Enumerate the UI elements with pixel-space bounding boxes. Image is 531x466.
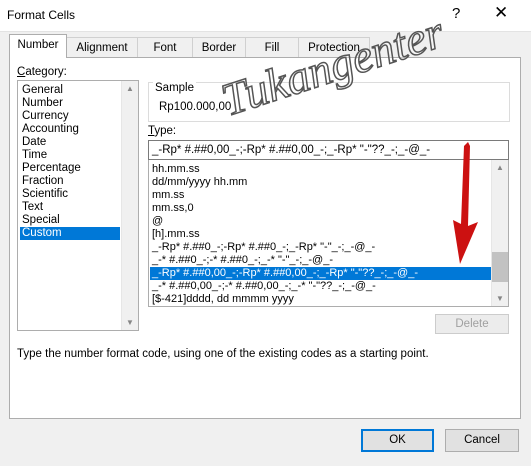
category-item-accounting[interactable]: Accounting (20, 123, 79, 136)
category-item-fraction[interactable]: Fraction (20, 175, 64, 188)
format-item[interactable]: @ (152, 215, 163, 228)
format-item[interactable]: mm.ss (152, 189, 184, 202)
category-item-scientific[interactable]: Scientific (20, 188, 68, 201)
scroll-up-icon[interactable]: ▲ (492, 163, 508, 172)
format-item[interactable]: hh.mm.ss (152, 163, 200, 176)
category-list[interactable]: General Number Currency Accounting Date … (17, 80, 139, 331)
type-label: Type: (148, 125, 177, 137)
close-icon[interactable]: ✕ (494, 3, 508, 23)
category-item-special[interactable]: Special (20, 214, 60, 227)
format-item[interactable]: mm.ss,0 (152, 202, 194, 215)
format-item[interactable]: [h].mm.ss (152, 228, 200, 241)
category-item-time[interactable]: Time (20, 149, 47, 162)
format-item-selected[interactable]: _-Rp* #.##0,00_-;-Rp* #.##0,00_-;_-Rp* "… (150, 267, 492, 280)
category-item-custom[interactable]: Custom (20, 227, 120, 240)
ok-button[interactable]: OK (361, 429, 434, 452)
scroll-thumb[interactable] (492, 252, 508, 282)
dialog-title: Format Cells (7, 8, 76, 22)
scroll-down-icon[interactable]: ▼ (122, 318, 138, 327)
delete-button[interactable]: Delete (435, 314, 509, 334)
sample-value: Rp100.000,00 (159, 101, 232, 113)
tab-alignment[interactable]: Alignment (66, 37, 138, 57)
scroll-down-icon[interactable]: ▼ (492, 294, 508, 303)
cancel-button[interactable]: Cancel (445, 429, 519, 452)
category-scrollbar[interactable]: ▲ ▼ (121, 81, 138, 330)
category-item-general[interactable]: General (20, 84, 63, 97)
scroll-up-icon[interactable]: ▲ (122, 84, 138, 93)
format-item[interactable]: [$-421]dddd, dd mmmm yyyy (152, 293, 294, 306)
category-label: Category: (17, 66, 67, 78)
format-item[interactable]: _-* #.##0_-;-* #.##0_-;_-* "-"_-;_-@_- (152, 254, 333, 267)
format-item[interactable]: _-Rp* #.##0_-;-Rp* #.##0_-;_-Rp* "-"_-;_… (152, 241, 375, 254)
tab-number[interactable]: Number (9, 34, 67, 58)
watermark-text: Tukangenter (222, 20, 452, 126)
category-item-percentage[interactable]: Percentage (20, 162, 81, 175)
tab-font[interactable]: Font (137, 37, 193, 57)
category-item-text[interactable]: Text (20, 201, 43, 214)
svg-text:Tukangenter: Tukangenter (222, 20, 451, 126)
format-item[interactable]: _-* #.##0,00_-;-* #.##0,00_-;_-* "-"??_-… (152, 280, 376, 293)
format-list-scrollbar[interactable]: ▲ ▼ (491, 160, 508, 306)
sample-caption: Sample (153, 82, 196, 94)
format-item[interactable]: dd/mm/yyyy hh.mm (152, 176, 247, 189)
red-arrow-annotation (453, 142, 478, 264)
category-item-date[interactable]: Date (20, 136, 46, 149)
hint-text: Type the number format code, using one o… (17, 348, 429, 360)
category-item-currency[interactable]: Currency (20, 110, 69, 123)
category-item-number[interactable]: Number (20, 97, 63, 110)
